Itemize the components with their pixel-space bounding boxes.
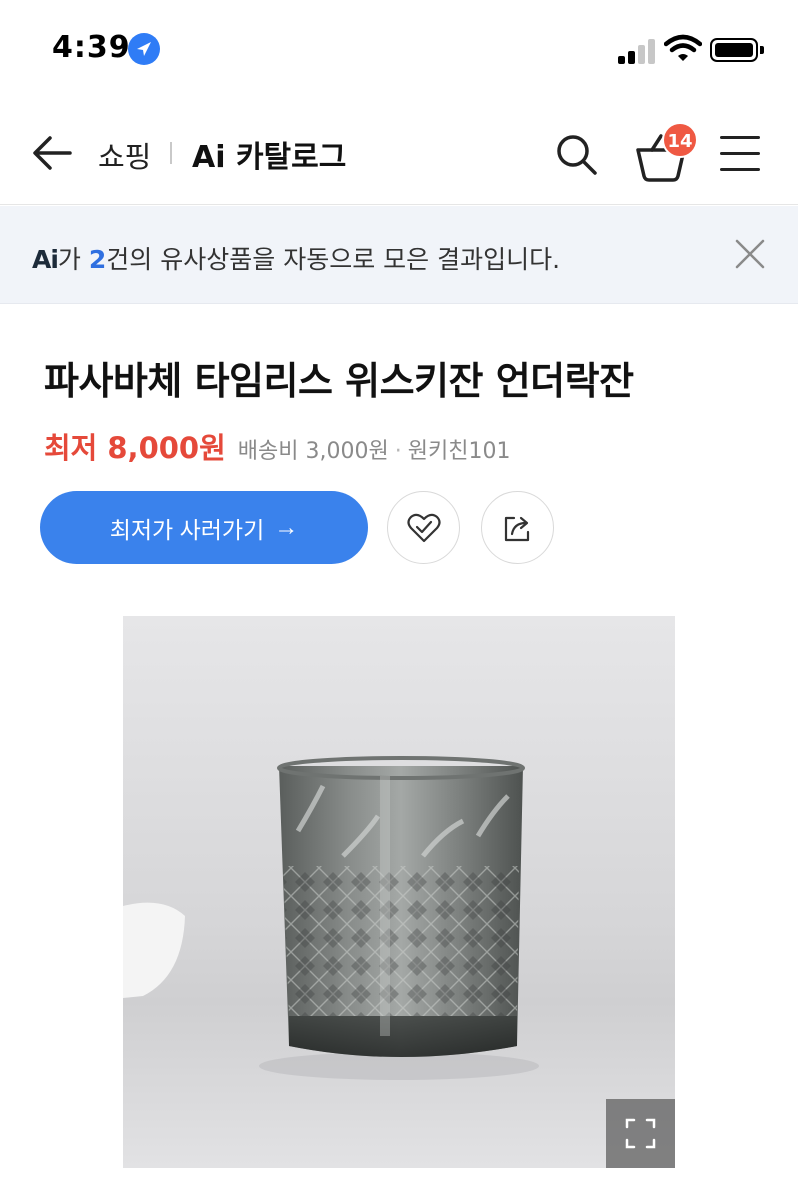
product-title: 파사바체 타임리스 위스키잔 언더락잔 (44, 359, 634, 403)
arrow-right-icon: → (274, 513, 299, 541)
close-icon[interactable] (734, 238, 766, 270)
share-button[interactable] (481, 491, 554, 564)
page-title: Ai 카탈로그 (192, 140, 347, 175)
breadcrumb-divider (170, 142, 172, 164)
product-image[interactable] (123, 616, 675, 1168)
notice-count: 2 (88, 245, 107, 274)
back-arrow-icon[interactable] (30, 130, 76, 176)
ai-notice-banner: Ai가 2건의 유사상품을 자동으로 모은 결과입니다. (0, 206, 798, 304)
whisky-glass-photo (123, 616, 675, 1168)
price-row: 최저 8,000원 배송비 3,000원 · 원키친101 (44, 425, 510, 465)
breadcrumb-shopping[interactable]: 쇼핑 (98, 134, 151, 176)
meta-separator: · (394, 439, 402, 464)
hamburger-menu-icon[interactable] (720, 134, 762, 174)
share-icon (504, 516, 530, 542)
seller-name[interactable]: 원키친101 (408, 433, 511, 465)
notice-prefix: 가 (57, 245, 81, 274)
buy-button-label: 최저가 사러가기 (109, 516, 265, 543)
notice-suffix: 건의 유사상품을 자동으로 모은 결과입니다. (106, 245, 561, 274)
notice-ai-label: Ai (32, 245, 59, 274)
expand-icon (625, 1118, 656, 1149)
status-time: 4:39 (52, 30, 131, 65)
like-button[interactable] (387, 491, 460, 564)
shipping-fee: 배송비 3,000원 (237, 439, 389, 464)
cellular-signal-icon (618, 38, 658, 64)
battery-icon (710, 38, 764, 62)
heart-check-icon (407, 513, 441, 543)
location-arrow-icon (128, 33, 160, 65)
buy-lowest-price-button[interactable]: 최저가 사러가기 → (40, 491, 368, 564)
status-bar: 4:39 (0, 0, 798, 100)
notice-text: Ai가 2건의 유사상품을 자동으로 모은 결과입니다. (32, 240, 560, 276)
price-value: 8,000원 (107, 431, 226, 465)
search-icon[interactable] (552, 130, 600, 178)
price-label: 최저 (44, 431, 98, 465)
expand-image-button[interactable] (606, 1099, 675, 1168)
wifi-icon (664, 34, 702, 61)
cart-count-badge: 14 (662, 122, 698, 158)
